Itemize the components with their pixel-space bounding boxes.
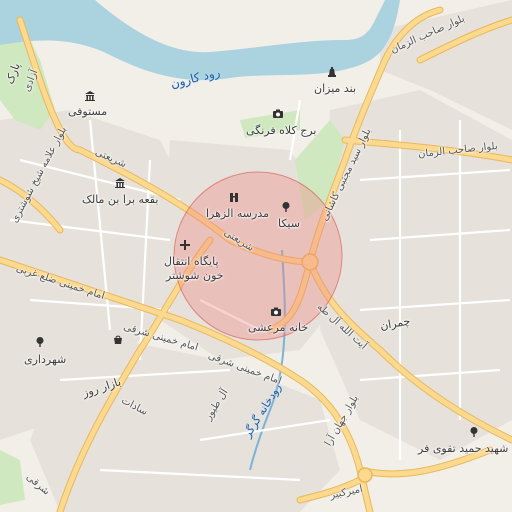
place-label-blood-2: خون شوشتر [166, 269, 224, 282]
place-label-marashi: خانه مرعشی [248, 321, 309, 334]
place-label-band-mizan: بند میزان [314, 82, 357, 95]
tree-icon[interactable] [468, 426, 482, 440]
place-label-mostofi: مستوفی [68, 105, 108, 118]
camera-icon[interactable] [270, 306, 284, 320]
hospital-cross-icon[interactable] [179, 239, 193, 253]
tree-icon[interactable] [280, 201, 294, 215]
place-label-taghavi: شهید حمید تقوی فر [418, 442, 509, 455]
place-label-school: مدرسه الزهرا [206, 207, 269, 220]
place-label-boghe: بقعه برا بن مالک [82, 193, 159, 206]
tree-icon[interactable] [34, 336, 48, 350]
market-icon[interactable] [112, 334, 126, 348]
map-canvas[interactable] [0, 0, 512, 512]
map-view[interactable]: رود کارون رودخانه گرگر مستوفی پارک بند م… [0, 0, 512, 512]
place-label-sika: سیکا [278, 217, 300, 230]
place-label-borj: برج کلاه فرنگی [246, 124, 317, 137]
place-label-blood: پایگاه انتقال [164, 255, 219, 268]
place-label-shahrdari: شهرداری [24, 353, 67, 366]
bank-icon[interactable] [114, 177, 128, 191]
monument-icon[interactable] [326, 66, 340, 80]
school-icon[interactable] [228, 191, 242, 205]
roundabout [357, 467, 373, 483]
camera-icon[interactable] [272, 108, 286, 122]
bank-icon[interactable] [84, 90, 98, 104]
